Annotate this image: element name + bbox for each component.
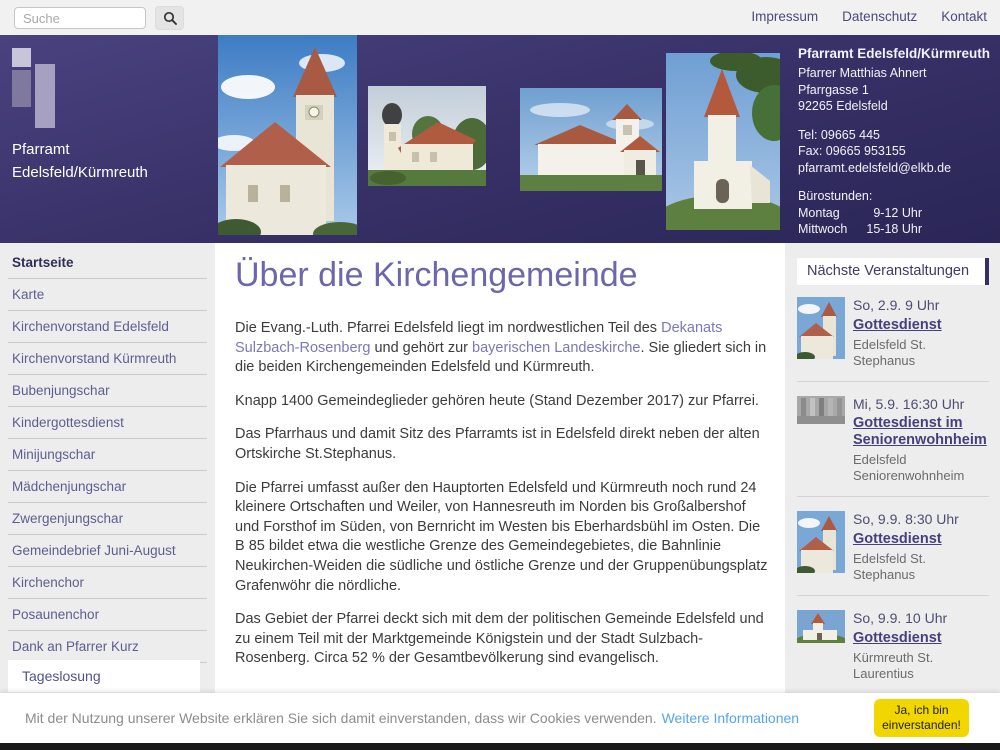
sidebar-item-posaunenchor[interactable]: Posaunenchor <box>8 599 207 631</box>
contact-title: Pfarramt Edelsfeld/Kürmreuth <box>798 46 996 61</box>
events-sidebar: Nächste Veranstaltungen So, 2.9. 9 Uhr G… <box>797 258 989 709</box>
event-thumbnail-church <box>797 297 845 369</box>
events-title: Nächste Veranstaltungen <box>797 258 989 285</box>
contact-city: 92265 Edelsfeld <box>798 98 996 115</box>
event-thumbnail-seniorenwohnheim <box>797 396 845 484</box>
event-location: Edelsfeld St. Stephanus <box>853 551 989 583</box>
cookie-banner: Mit der Nutzung unserer Website erklären… <box>0 693 1000 743</box>
event-thumbnail-church <box>797 511 845 583</box>
contact-name: Pfarrer Matthias Ahnert <box>798 65 996 82</box>
sidebar-nav: Startseite Karte Kirchenvorstand Edelsfe… <box>0 247 215 663</box>
sidebar-item-zwergenjungschar[interactable]: Zwergenjungschar <box>8 503 207 535</box>
event-item: So, 9.9. 8:30 Uhr Gottesdienst Edelsfeld… <box>797 511 989 596</box>
logo-bar-icon <box>12 70 31 107</box>
top-link-kontakt[interactable]: Kontakt <box>941 9 987 24</box>
event-datetime: Mi, 5.9. 16:30 Uhr <box>853 396 989 412</box>
sidebar-item-startseite[interactable]: Startseite <box>8 247 207 279</box>
main-content: Über die Kirchengemeinde Die Evang.-Luth… <box>235 252 770 683</box>
paragraph-text: Die Evang.-Luth. Pfarrei Edelsfeld liegt… <box>235 320 661 336</box>
event-datetime: So, 9.9. 10 Uhr <box>853 610 989 626</box>
cookie-message: Mit der Nutzung unserer Website erklären… <box>25 710 657 726</box>
top-bar: Impressum Datenschutz Kontakt <box>0 0 1000 35</box>
body-paragraph: Die Evang.-Luth. Pfarrei Edelsfeld liegt… <box>235 319 770 378</box>
body-paragraph: Das Pfarrhaus und damit Sitz des Pfarram… <box>235 425 770 464</box>
sidebar-item-dank-pfarrer-kurz[interactable]: Dank an Pfarrer Kurz <box>8 631 207 663</box>
page-title: Über die Kirchengemeinde <box>235 256 770 295</box>
office-hours-row: Mittwoch15-18 Uhr <box>798 221 922 238</box>
event-link[interactable]: Gottesdienst im Seniorenwohnheim <box>853 415 989 449</box>
header-photo-white-church <box>520 88 662 191</box>
search-button[interactable] <box>155 6 184 30</box>
office-hours-row: Montag9-12 Uhr <box>798 205 922 222</box>
cookie-accept-button[interactable]: Ja, ich bin einverstanden! <box>874 699 969 737</box>
event-thumbnail-kuermreuth <box>797 610 845 682</box>
sidebar-item-kirchenchor[interactable]: Kirchenchor <box>8 567 207 599</box>
event-datetime: So, 2.9. 9 Uhr <box>853 297 989 313</box>
sidebar-item-kirchenvorstand-edelsfeld[interactable]: Kirchenvorstand Edelsfeld <box>8 311 207 343</box>
event-location: Edelsfeld St. Stephanus <box>853 337 989 369</box>
logo-bar-icon <box>35 64 55 128</box>
cookie-more-info-link[interactable]: Weitere Informationen <box>662 710 799 726</box>
header-photo-edelsfeld-church <box>218 35 357 235</box>
header-photo-onion-dome-church <box>368 86 486 186</box>
sidebar-item-karte[interactable]: Karte <box>8 279 207 311</box>
event-location: Edelsfeld Seniorenwohnheim <box>853 452 989 484</box>
top-link-impressum[interactable]: Impressum <box>751 9 818 24</box>
site-title: Pfarramt Edelsfeld/Kürmreuth <box>12 138 148 184</box>
top-link-datenschutz[interactable]: Datenschutz <box>842 9 917 24</box>
event-link[interactable]: Gottesdienst <box>853 317 942 334</box>
sidebar-item-gemeindebrief[interactable]: Gemeindebrief Juni-August <box>8 535 207 567</box>
search-icon <box>163 11 177 25</box>
sidebar-item-minijungschar[interactable]: Minijungschar <box>8 439 207 471</box>
logo-square-icon <box>12 48 31 67</box>
body-paragraph: Knapp 1400 Gemeindeglieder gehören heute… <box>235 392 770 412</box>
link-bayerische-landeskirche[interactable]: bayerischen Landeskirche <box>472 340 640 356</box>
search-input[interactable] <box>14 7 146 29</box>
event-item: Mi, 5.9. 16:30 Uhr Gottesdienst im Senio… <box>797 396 989 497</box>
sidebar-item-kindergottesdienst[interactable]: Kindergottesdienst <box>8 407 207 439</box>
event-location: Kürmreuth St. Laurentius <box>853 650 989 682</box>
site-header: Pfarramt Edelsfeld/Kürmreuth <box>0 35 1000 243</box>
contact-street: Pfarrgasse 1 <box>798 82 996 99</box>
bottom-strip <box>0 743 1000 750</box>
contact-tel: Tel: 09665 445 <box>798 127 996 144</box>
event-datetime: So, 9.9. 8:30 Uhr <box>853 511 989 527</box>
page: Impressum Datenschutz Kontakt Pfarramt E… <box>0 0 1000 750</box>
office-hours-label: Bürostunden: <box>798 188 996 205</box>
event-item: So, 9.9. 10 Uhr Gottesdienst Kürmreuth S… <box>797 610 989 695</box>
sidebar-item-bubenjungschar[interactable]: Bubenjungschar <box>8 375 207 407</box>
event-item: So, 2.9. 9 Uhr Gottesdienst Edelsfeld St… <box>797 297 989 382</box>
contact-email: pfarramt.edelsfeld@elkb.de <box>798 160 996 177</box>
paragraph-text: und gehört zur <box>370 340 472 356</box>
event-link[interactable]: Gottesdienst <box>853 531 942 548</box>
body-paragraph: Die Pfarrei umfasst außer den Hauptorten… <box>235 479 770 597</box>
sidebar-widget-tageslosung: Tageslosung <box>8 660 200 692</box>
top-links: Impressum Datenschutz Kontakt <box>751 9 987 24</box>
sidebar-item-maedchenjungschar[interactable]: Mädchenjungschar <box>8 471 207 503</box>
header-contact-block: Pfarramt Edelsfeld/Kürmreuth Pfarrer Mat… <box>798 46 996 238</box>
contact-fax: Fax: 09665 953155 <box>798 143 996 160</box>
sidebar-item-kirchenvorstand-kuermreuth[interactable]: Kirchenvorstand Kürmreuth <box>8 343 207 375</box>
header-photo-kuermreuth-chapel <box>666 53 780 230</box>
body-paragraph: Das Gebiet der Pfarrei deckt sich mit de… <box>235 610 770 669</box>
event-link[interactable]: Gottesdienst <box>853 630 942 647</box>
